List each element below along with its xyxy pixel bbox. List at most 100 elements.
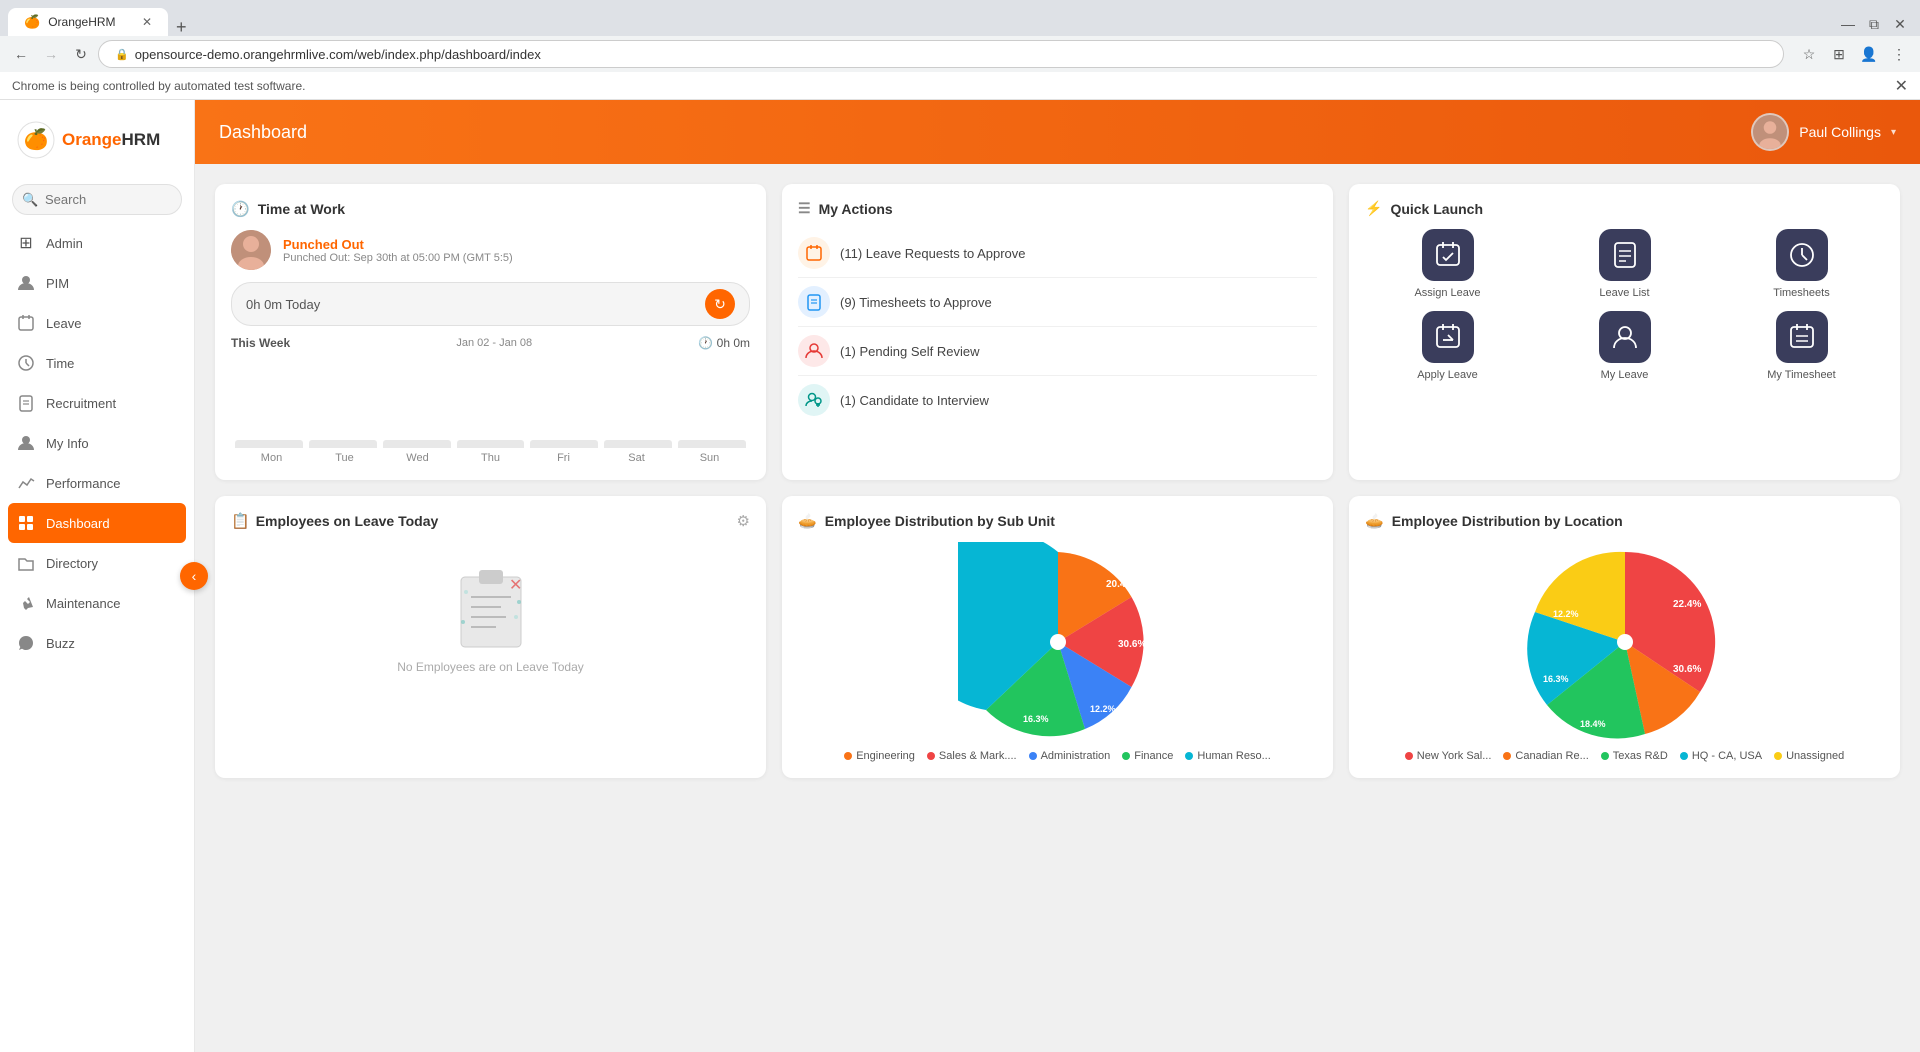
chart-days: Mon Tue Wed Thu Fri Sat Sun — [231, 448, 750, 464]
svg-text:16.3%: 16.3% — [1023, 714, 1049, 724]
action-item-timesheets[interactable]: (9) Timesheets to Approve — [798, 278, 1317, 327]
admin-dot — [1029, 752, 1037, 760]
self-review-label: (1) Pending Self Review — [840, 344, 979, 359]
legend-canadian: Canadian Re... — [1503, 750, 1588, 762]
close-window-button[interactable]: ✕ — [1888, 12, 1912, 36]
leave-list-icon-bg — [1599, 229, 1651, 281]
day-tue: Tue — [308, 452, 381, 464]
svg-text:18.4%: 18.4% — [1580, 719, 1606, 729]
legend-admin: Administration — [1029, 750, 1111, 762]
sidebar-item-leave[interactable]: Leave — [0, 303, 194, 343]
buzz-icon — [16, 633, 36, 653]
week-label: This Week — [231, 336, 290, 350]
sidebar-collapse-button[interactable]: ‹ — [180, 562, 208, 590]
sidebar-item-dashboard[interactable]: Dashboard — [8, 503, 186, 543]
bookmark-button[interactable]: ☆ — [1796, 41, 1822, 67]
finance-label: Finance — [1134, 750, 1173, 762]
canadian-label: Canadian Re... — [1515, 750, 1588, 762]
action-item-candidate[interactable]: (1) Candidate to Interview — [798, 376, 1317, 424]
day-sun: Sun — [673, 452, 746, 464]
extensions-button[interactable]: ⊞ — [1826, 41, 1852, 67]
bar-thu-fill — [457, 440, 525, 448]
admin-icon: ⊞ — [16, 233, 36, 253]
header-user-menu[interactable]: Paul Collings ▾ — [1751, 113, 1896, 151]
quick-apply-leave[interactable]: Apply Leave — [1365, 311, 1530, 381]
sub-unit-header: 🥧 Employee Distribution by Sub Unit — [798, 512, 1317, 530]
timesheets-icon-bg — [1776, 229, 1828, 281]
sidebar-item-directory[interactable]: Directory — [0, 543, 194, 583]
bar-tue-fill — [309, 440, 377, 448]
week-dates: Jan 02 - Jan 08 — [456, 337, 532, 349]
quick-timesheets[interactable]: Timesheets — [1719, 229, 1884, 299]
tab-favicon: 🍊 — [24, 14, 40, 30]
refresh-button[interactable]: ↻ — [68, 41, 94, 67]
sidebar-item-label-time: Time — [46, 356, 74, 371]
sidebar-item-label-admin: Admin — [46, 236, 83, 251]
hq-dot — [1680, 752, 1688, 760]
apply-leave-icon-bg — [1422, 311, 1474, 363]
clipboard-illustration: ✕ — [451, 562, 531, 652]
bar-mon — [235, 440, 303, 448]
settings-icon[interactable]: ⚙ — [737, 512, 750, 530]
profile-button[interactable]: 👤 — [1856, 41, 1882, 67]
action-item-leave[interactable]: (11) Leave Requests to Approve — [798, 229, 1317, 278]
sidebar-item-maintenance[interactable]: Maintenance — [0, 583, 194, 623]
browser-address-row: ← → ↻ 🔒 opensource-demo.orangehrmlive.co… — [0, 36, 1920, 72]
url-text: opensource-demo.orangehrmlive.com/web/in… — [135, 47, 541, 62]
quick-leave-list[interactable]: Leave List — [1542, 229, 1707, 299]
bar-sun — [678, 440, 746, 448]
sub-unit-title: Employee Distribution by Sub Unit — [825, 513, 1055, 529]
tab-close-icon[interactable]: ✕ — [142, 16, 152, 28]
quick-my-leave[interactable]: My Leave — [1542, 311, 1707, 381]
forward-button[interactable]: → — [38, 41, 64, 67]
legend-engineering: Engineering — [844, 750, 915, 762]
sidebar-item-performance[interactable]: Performance — [0, 463, 194, 503]
main-area: Dashboard Paul Collings ▾ — [195, 100, 1920, 1052]
warning-text: Chrome is being controlled by automated … — [12, 79, 305, 93]
pim-icon — [16, 273, 36, 293]
menu-button[interactable]: ⋮ — [1886, 41, 1912, 67]
punch-avatar — [231, 230, 271, 270]
my-actions-header: ☰ My Actions — [798, 200, 1317, 217]
timesheets-quick-label: Timesheets — [1773, 287, 1829, 299]
browser-tab-active[interactable]: 🍊 OrangeHRM ✕ — [8, 8, 168, 36]
employees-on-leave-card: 📋 Employees on Leave Today ⚙ — [215, 496, 766, 778]
sidebar-item-time[interactable]: Time — [0, 343, 194, 383]
sidebar-item-buzz[interactable]: Buzz — [0, 623, 194, 663]
svg-text:30.6%: 30.6% — [1673, 664, 1701, 675]
warning-close-button[interactable]: ✕ — [1895, 76, 1908, 96]
engineering-label: Engineering — [856, 750, 915, 762]
no-employees-text: No Employees are on Leave Today — [397, 660, 584, 674]
sidebar-item-admin[interactable]: ⊞ Admin — [0, 223, 194, 263]
legend-hq: HQ - CA, USA — [1680, 750, 1762, 762]
sidebar-item-recruitment[interactable]: Recruitment — [0, 383, 194, 423]
sidebar-item-pim[interactable]: PIM — [0, 263, 194, 303]
back-button[interactable]: ← — [8, 41, 34, 67]
finance-dot — [1122, 752, 1130, 760]
svg-text:20.4%: 20.4% — [1106, 579, 1134, 590]
action-item-self-review[interactable]: (1) Pending Self Review — [798, 327, 1317, 376]
leave-icon — [16, 313, 36, 333]
minimize-button[interactable]: — — [1836, 12, 1860, 36]
texas-dot — [1601, 752, 1609, 760]
day-thu: Thu — [454, 452, 527, 464]
candidate-label: (1) Candidate to Interview — [840, 393, 989, 408]
day-wed: Wed — [381, 452, 454, 464]
tab-title: OrangeHRM — [48, 15, 115, 29]
sidebar-item-label-buzz: Buzz — [46, 636, 75, 651]
address-bar[interactable]: 🔒 opensource-demo.orangehrmlive.com/web/… — [98, 40, 1784, 68]
unassigned-label: Unassigned — [1786, 750, 1844, 762]
assign-leave-icon-bg — [1422, 229, 1474, 281]
browser-chrome: 🍊 OrangeHRM ✕ + — ⧉ ✕ ← → ↻ 🔒 opensource… — [0, 0, 1920, 72]
svg-text:30.6%: 30.6% — [1118, 639, 1146, 650]
new-tab-button[interactable]: + — [168, 18, 195, 36]
location-pie-chart: 22.4% 30.6% 18.4% 16.3% 12.2% — [1525, 542, 1725, 742]
sidebar-item-label-dashboard: Dashboard — [46, 516, 110, 531]
sidebar-item-myinfo[interactable]: My Info — [0, 423, 194, 463]
quick-assign-leave[interactable]: Assign Leave — [1365, 229, 1530, 299]
restore-button[interactable]: ⧉ — [1862, 12, 1886, 36]
quick-my-timesheet[interactable]: My Timesheet — [1719, 311, 1884, 381]
sidebar-item-label-pim: PIM — [46, 276, 69, 291]
my-leave-label: My Leave — [1601, 369, 1649, 381]
punch-button[interactable]: ↻ — [705, 289, 735, 319]
